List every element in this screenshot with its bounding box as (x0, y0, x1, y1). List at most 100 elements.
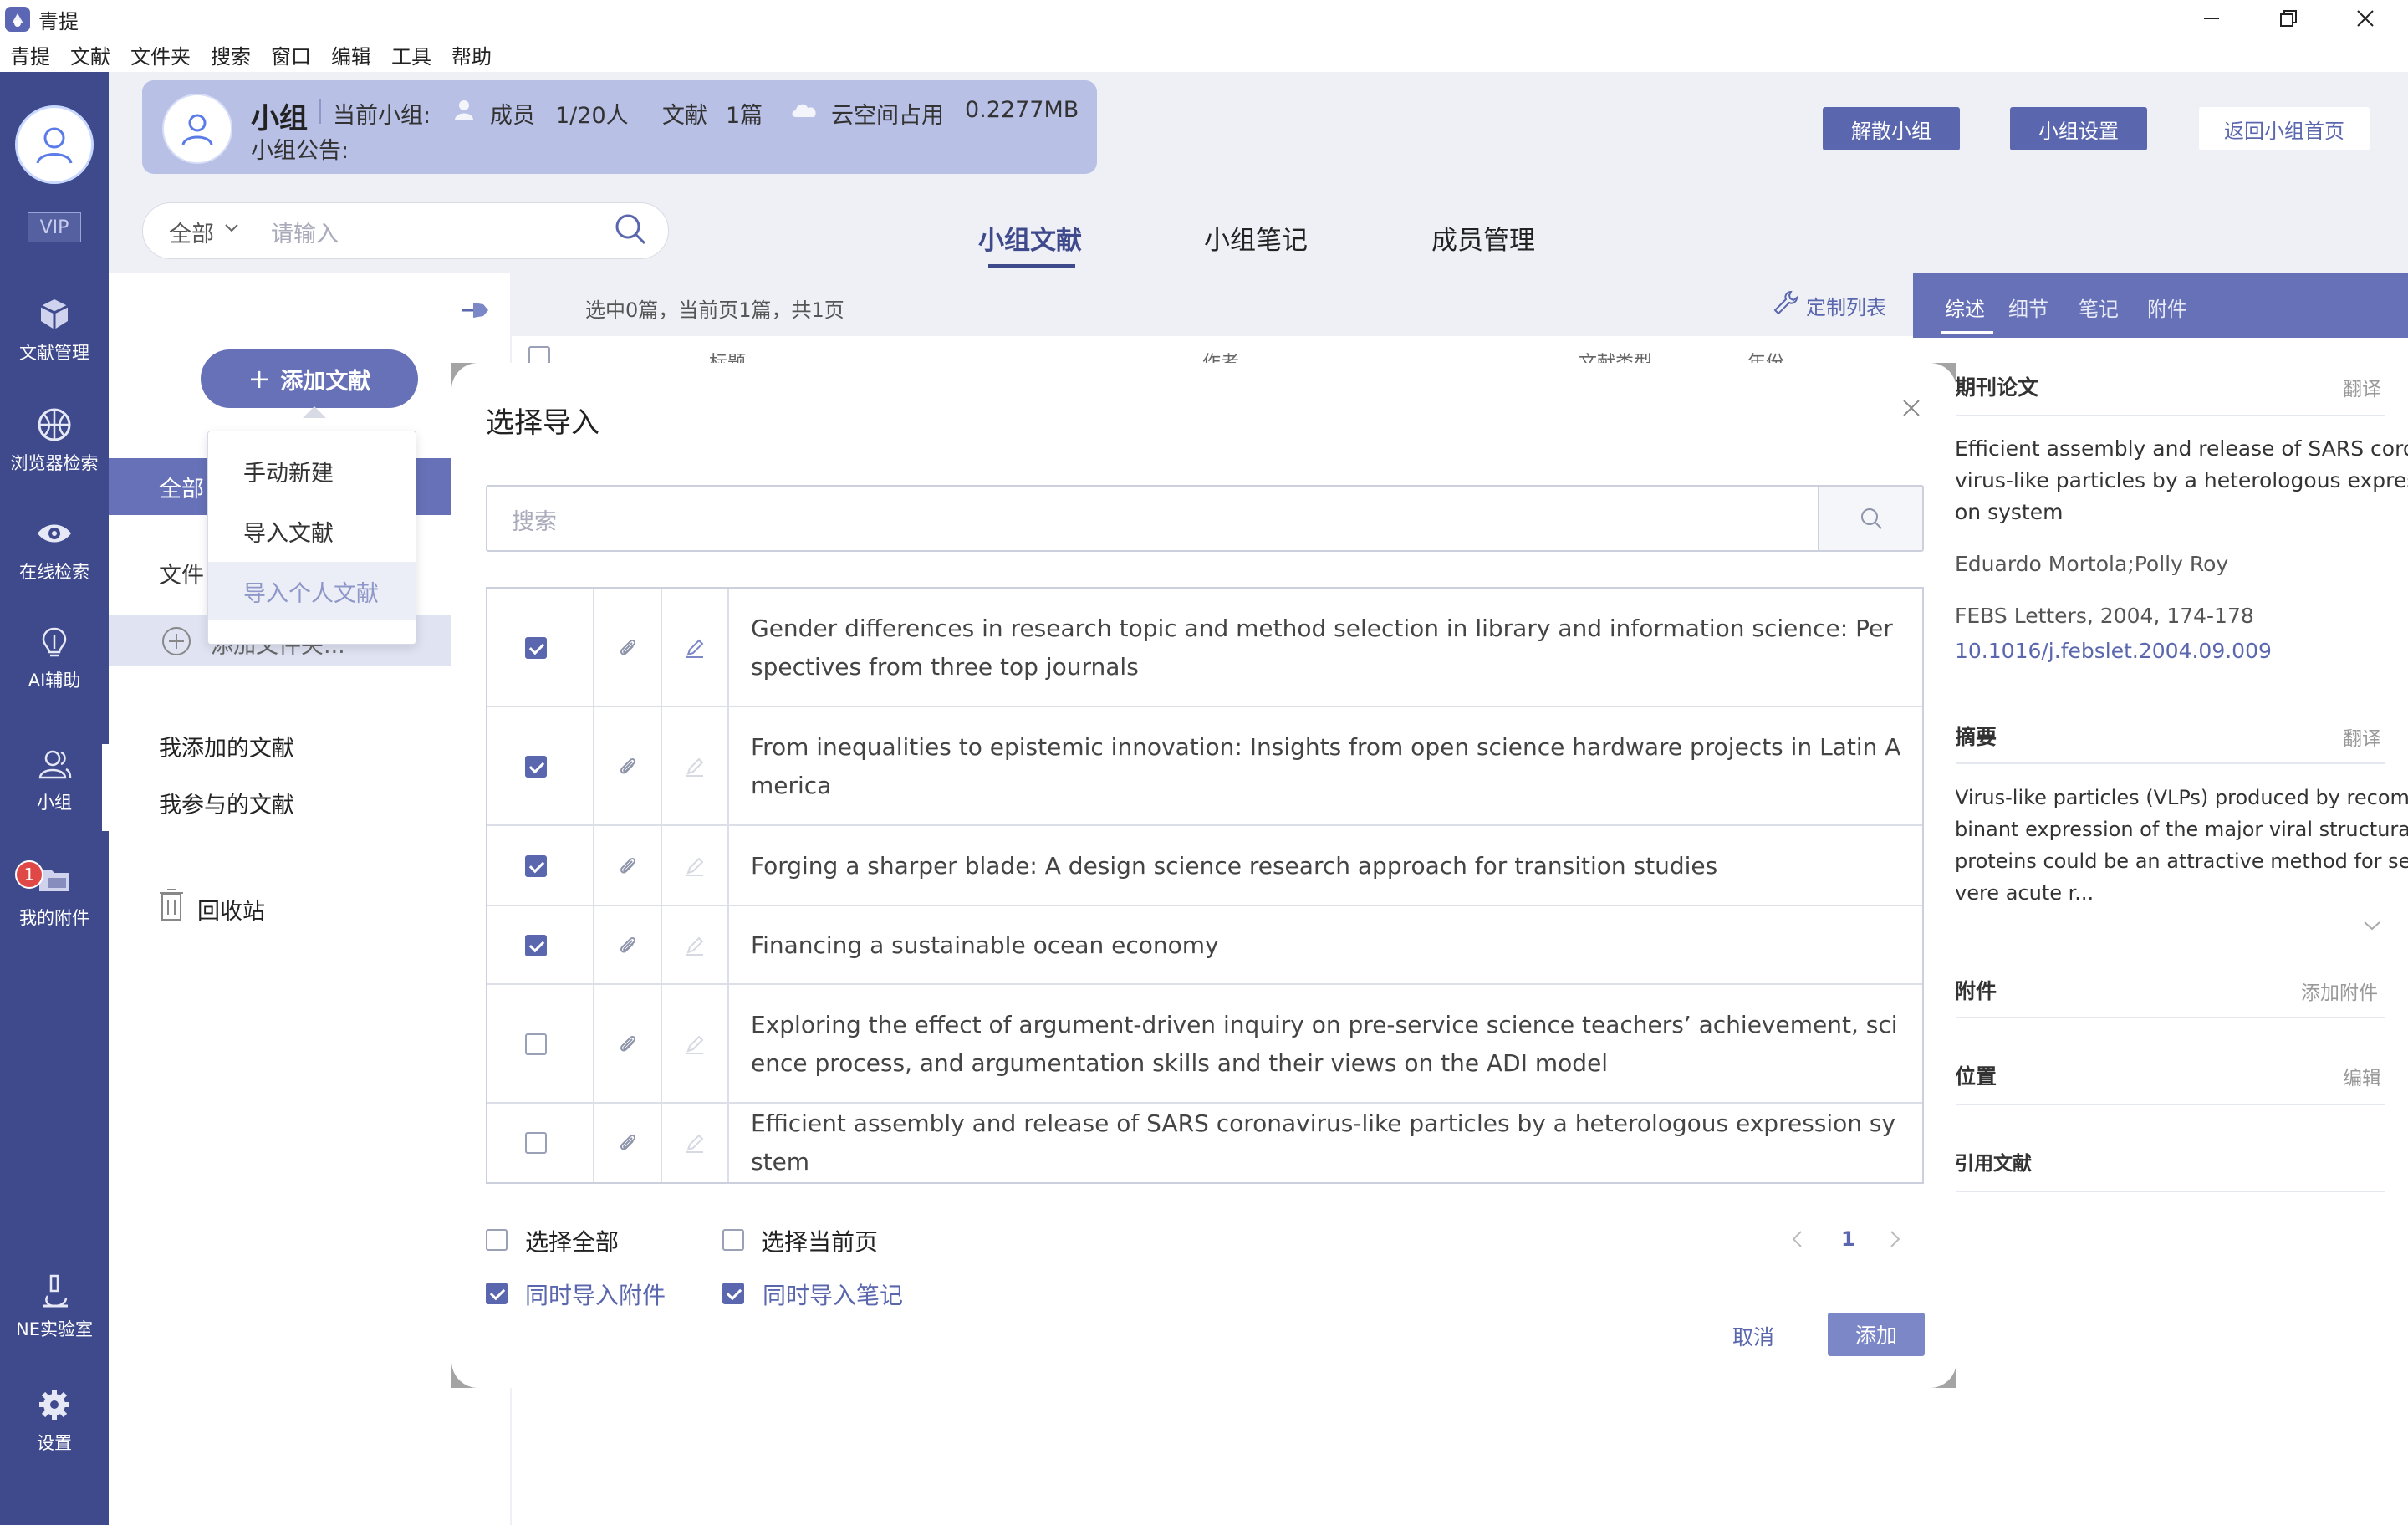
nav-group[interactable]: 小组 (0, 746, 109, 814)
paperclip-icon[interactable] (617, 1132, 639, 1154)
row-title: Financing a sustainable ocean economy (751, 931, 1219, 959)
nav-label: AI辅助 (28, 671, 81, 691)
nav-browser-search[interactable]: 浏览器检索 (0, 406, 109, 475)
nav-doc-management[interactable]: 文献管理 (0, 296, 109, 365)
add-attachment-link[interactable]: 添加附件 (2301, 977, 2378, 1005)
dissolve-group-button[interactable]: 解散小组 (1823, 107, 1960, 150)
translate-link[interactable]: 翻译 (2343, 373, 2381, 401)
paperclip-icon[interactable] (617, 935, 639, 956)
active-tab-underline (988, 264, 1075, 268)
pencil-icon[interactable] (684, 1033, 706, 1055)
select-all-label[interactable]: 选择全部 (525, 1224, 619, 1257)
menu-search[interactable]: 搜索 (211, 40, 251, 69)
cancel-button[interactable]: 取消 (1732, 1321, 1774, 1351)
doc-doi-link[interactable]: 10.1016/j.febslet.2004.09.009 (1955, 639, 2272, 663)
user-avatar[interactable] (15, 105, 94, 184)
nav-ne-lab[interactable]: NE实验室 (0, 1273, 109, 1341)
separator: , (2153, 604, 2167, 628)
tab-summary[interactable]: 综述 (1945, 293, 1985, 322)
window-title: 青提 (38, 11, 79, 33)
select-page-label[interactable]: 选择当前页 (761, 1224, 878, 1257)
trash-folder[interactable]: 回收站 (197, 893, 265, 926)
dialog-search-input[interactable] (486, 485, 1924, 552)
paperclip-icon[interactable] (617, 855, 639, 877)
select-all-checkbox[interactable] (486, 1229, 508, 1251)
minimize-button[interactable] (2174, 0, 2249, 37)
pencil-icon[interactable] (684, 855, 706, 877)
menu-manual-new[interactable]: 手动新建 (208, 441, 416, 500)
expand-chevron-icon[interactable] (2363, 920, 2381, 931)
row-checkbox[interactable] (525, 1132, 547, 1154)
search-scope-select[interactable]: 全部 (169, 216, 214, 248)
page-number[interactable]: 1 (1841, 1227, 1855, 1251)
menu-qingti[interactable]: 青提 (10, 40, 50, 69)
close-icon[interactable] (1896, 393, 1926, 423)
prev-page-icon[interactable] (1789, 1229, 1806, 1249)
tab-attachments[interactable]: 附件 (2147, 293, 2187, 322)
pencil-icon[interactable] (684, 935, 706, 956)
import-attachments-checkbox[interactable] (486, 1283, 508, 1304)
customize-list-button[interactable]: 定制列表 (1806, 291, 1886, 320)
add-docs-button[interactable]: + 添加文献 (201, 349, 418, 408)
row-checkbox[interactable] (525, 1033, 547, 1055)
nav-online-search[interactable]: 在线检索 (0, 515, 109, 584)
group-settings-button[interactable]: 小组设置 (2010, 107, 2147, 150)
folder-file[interactable]: 文件 (159, 557, 204, 589)
paperclip-icon[interactable] (617, 637, 639, 659)
pencil-icon[interactable] (684, 637, 706, 659)
doc-title-line: Efficient assembly and release of SARS c… (1955, 436, 2408, 461)
translate-abstract-link[interactable]: 翻译 (2343, 722, 2381, 751)
member-icon (453, 99, 475, 120)
pencil-icon[interactable] (684, 756, 706, 778)
import-notes-checkbox[interactable] (722, 1283, 744, 1304)
close-window-button[interactable] (2328, 0, 2403, 37)
menu-tools[interactable]: 工具 (391, 40, 431, 69)
row-checkbox[interactable] (525, 855, 547, 877)
nav-settings[interactable]: 设置 (0, 1386, 109, 1455)
location-heading: 位置 (1955, 1064, 1997, 1089)
row-checkbox[interactable] (525, 756, 547, 778)
search-icon[interactable] (614, 212, 647, 246)
search-icon (1859, 506, 1884, 531)
menu-help[interactable]: 帮助 (452, 40, 492, 69)
vip-badge[interactable]: VIP (28, 212, 81, 242)
menu-import-docs[interactable]: 导入文献 (208, 502, 416, 560)
pencil-icon[interactable] (684, 1132, 706, 1154)
tab-group-docs[interactable]: 小组文献 (978, 219, 1082, 257)
list-selection-info: 选中0篇，当前页1篇，共1页 (585, 298, 844, 322)
dialog-search-button[interactable] (1818, 487, 1922, 550)
menu-window[interactable]: 窗口 (271, 40, 311, 69)
row-checkbox[interactable] (525, 637, 547, 659)
select-page-checkbox[interactable] (722, 1229, 744, 1251)
add-button[interactable]: 添加 (1828, 1313, 1925, 1356)
title-bar: 青提 (0, 0, 2408, 37)
my-added-docs[interactable]: 我添加的文献 (159, 730, 294, 762)
tab-details[interactable]: 细节 (2008, 293, 2048, 322)
tab-group-notes[interactable]: 小组笔记 (1204, 219, 1308, 257)
nav-label: 我的附件 (19, 908, 89, 928)
search-input[interactable] (142, 202, 669, 259)
import-notes-label[interactable]: 同时导入笔记 (763, 1278, 903, 1311)
next-page-icon[interactable] (1886, 1229, 1903, 1249)
edit-location-link[interactable]: 编辑 (2343, 1062, 2381, 1090)
divider (1941, 1104, 2385, 1105)
nav-label: NE实验室 (16, 1319, 93, 1339)
my-joined-docs[interactable]: 我参与的文献 (159, 787, 294, 819)
tab-member-management[interactable]: 成员管理 (1431, 219, 1535, 257)
paperclip-icon[interactable] (617, 1033, 639, 1055)
pin-icon[interactable] (458, 298, 492, 323)
restore-button[interactable] (2251, 0, 2326, 37)
import-attachments-label[interactable]: 同时导入附件 (525, 1278, 666, 1311)
tab-notes[interactable]: 笔记 (2079, 293, 2119, 322)
paperclip-icon[interactable] (617, 756, 639, 778)
menu-folder[interactable]: 文件夹 (130, 40, 191, 69)
menu-edit[interactable]: 编辑 (331, 40, 371, 69)
row-checkbox[interactable] (525, 935, 547, 956)
doc-authors: Eduardo Mortola;Polly Roy (1955, 552, 2229, 576)
divider (1941, 762, 2385, 764)
menu-import-personal-docs[interactable]: 导入个人文献 (208, 562, 416, 620)
menu-docs[interactable]: 文献 (70, 40, 110, 69)
group-home-button[interactable]: 返回小组首页 (2199, 107, 2370, 150)
nav-ai-assist[interactable]: AI辅助 (0, 624, 109, 692)
menu-bar: 青提 文献 文件夹 搜索 窗口 编辑 工具 帮助 (0, 37, 2408, 72)
